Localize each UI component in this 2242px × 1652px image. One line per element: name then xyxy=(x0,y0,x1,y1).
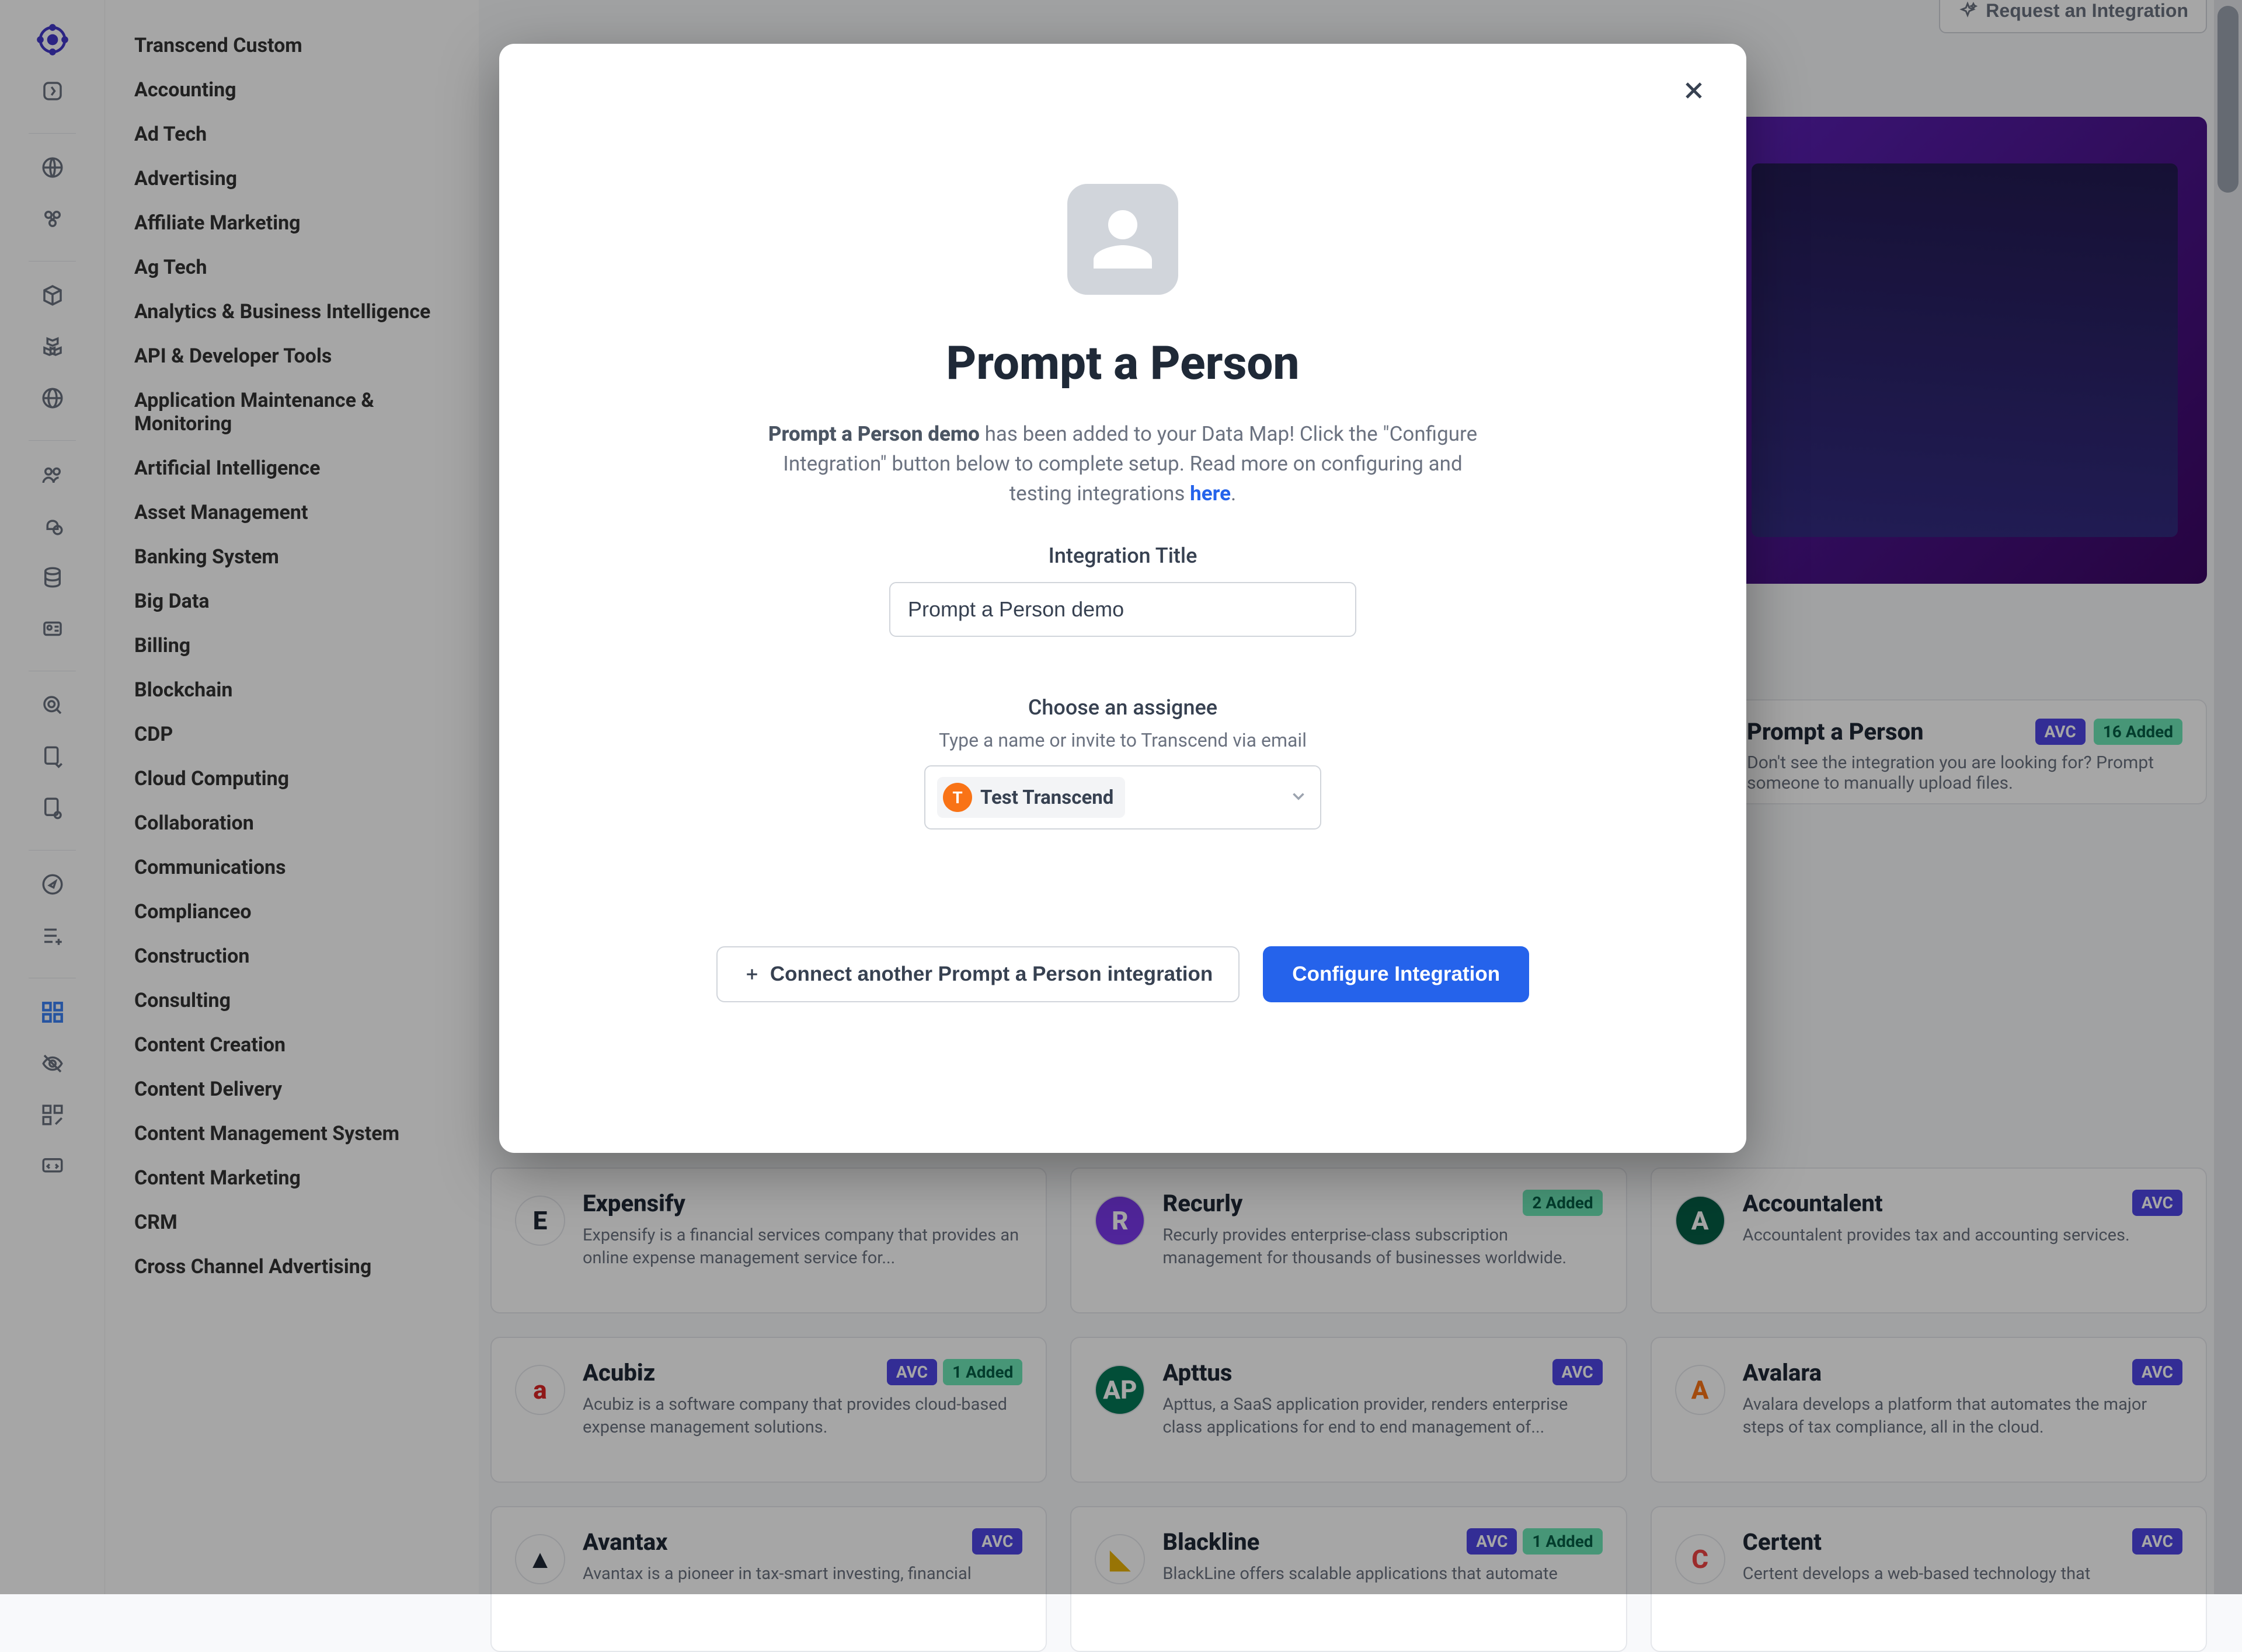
assignee-initial: T xyxy=(943,783,972,812)
assignee-name: Test Transcend xyxy=(980,786,1113,809)
person-avatar-icon xyxy=(1067,184,1178,295)
assignee-select[interactable]: T Test Transcend xyxy=(924,765,1321,830)
modal-blurb: Prompt a Person demo has been added to y… xyxy=(755,420,1491,508)
integration-title-input[interactable] xyxy=(889,582,1356,637)
choose-assignee-label: Choose an assignee xyxy=(1028,695,1217,720)
plus-icon xyxy=(743,966,761,983)
configure-integration-button[interactable]: Configure Integration xyxy=(1263,946,1529,1002)
connect-another-button[interactable]: Connect another Prompt a Person integrat… xyxy=(716,946,1240,1002)
chevron-down-icon xyxy=(1289,786,1308,808)
modal-title: Prompt a Person xyxy=(946,336,1299,391)
add-integration-modal: Prompt a Person Prompt a Person demo has… xyxy=(499,44,1746,1153)
choose-assignee-subtext: Type a name or invite to Transcend via e… xyxy=(939,729,1307,751)
here-link[interactable]: here xyxy=(1190,482,1231,506)
close-button[interactable] xyxy=(1676,73,1711,108)
assignee-chip[interactable]: T Test Transcend xyxy=(937,777,1125,818)
close-icon xyxy=(1680,76,1708,104)
integration-title-label: Integration Title xyxy=(1049,543,1197,568)
